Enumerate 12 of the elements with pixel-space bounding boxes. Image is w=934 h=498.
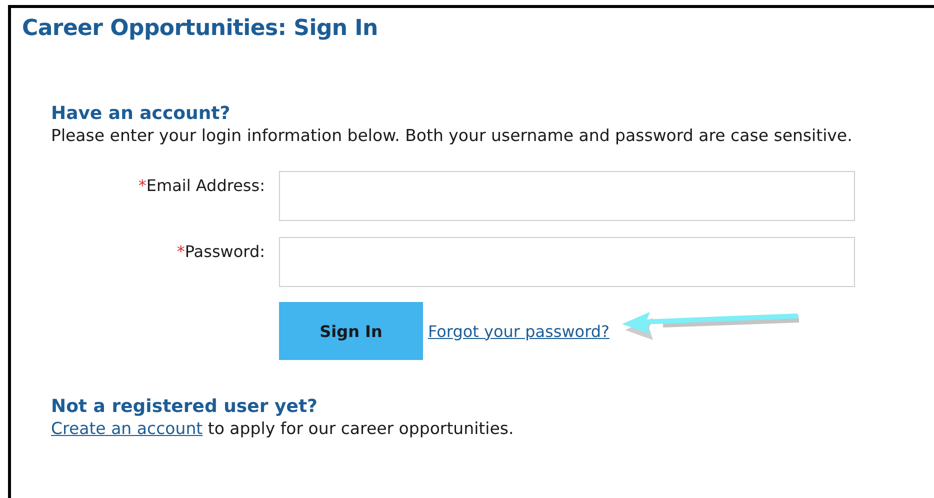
- instructions-text: Please enter your login information below. Both your username and password are case sensitive.: [51, 126, 854, 145]
- section-heading: Have an account?: [51, 103, 232, 124]
- input-field[interactable]: [279, 171, 855, 221]
- field-label: *Password:: [176, 241, 266, 261]
- page-title: Career Opportunities: Sign In: [22, 16, 379, 41]
- sign-in-button[interactable]: Sign In: [279, 302, 423, 360]
- field-label: *Email Address:: [137, 175, 266, 195]
- create-account-link[interactable]: Create an account: [51, 419, 203, 438]
- input-field[interactable]: [279, 237, 855, 287]
- forgot-password-link[interactable]: Forgot your password?: [428, 322, 610, 340]
- register-text: Create an account to apply for our career opportunities.: [51, 419, 515, 438]
- section-heading: Not a registered user yet?: [51, 396, 318, 417]
